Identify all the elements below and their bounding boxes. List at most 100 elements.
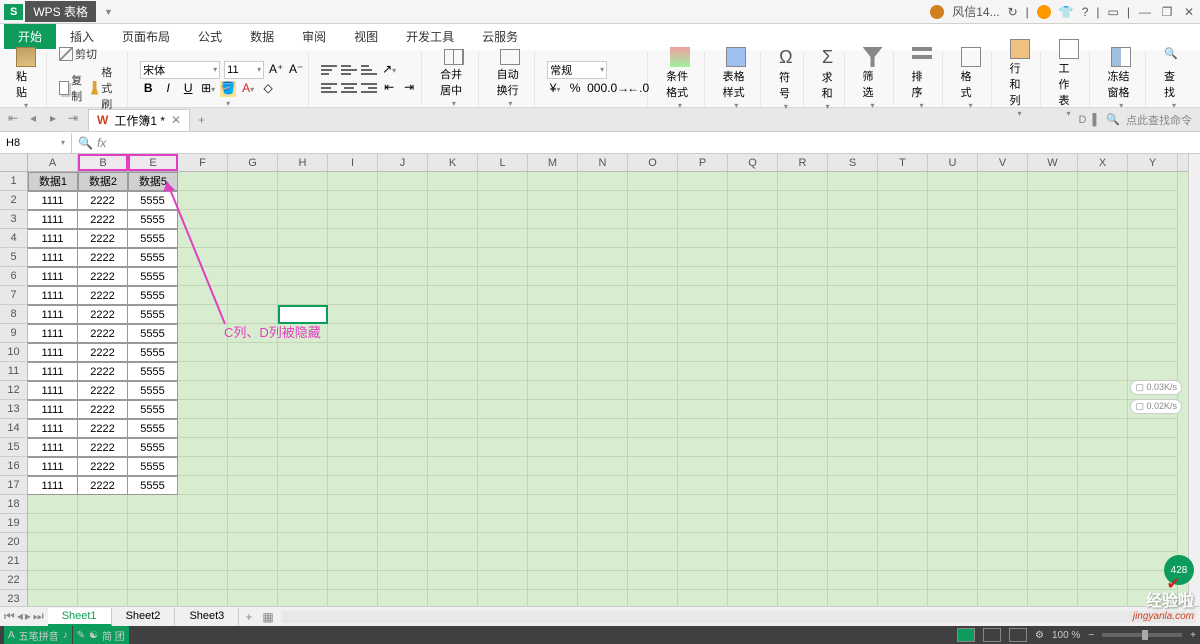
cell[interactable]: 5555 [128, 267, 178, 286]
cell[interactable]: 5555 [128, 343, 178, 362]
name-box[interactable]: H8▾ [0, 133, 72, 153]
row-header-21[interactable]: 21 [0, 552, 27, 571]
cell[interactable] [878, 381, 928, 400]
comma-icon[interactable]: 000 [587, 81, 603, 97]
cell[interactable] [378, 438, 428, 457]
cell[interactable] [628, 210, 678, 229]
cell[interactable]: 1111 [28, 191, 78, 210]
zoom-slider[interactable] [1102, 633, 1182, 637]
cell[interactable] [928, 400, 978, 419]
cell[interactable] [378, 514, 428, 533]
cell[interactable] [928, 381, 978, 400]
row-header-11[interactable]: 11 [0, 362, 27, 381]
cell[interactable] [1028, 381, 1078, 400]
cell[interactable] [328, 533, 378, 552]
cell[interactable] [228, 210, 278, 229]
reading-view-icon[interactable] [1009, 628, 1027, 642]
cell[interactable] [1028, 514, 1078, 533]
col-header-P[interactable]: P [678, 154, 728, 171]
nav-last-icon[interactable]: ⇥ [64, 111, 82, 129]
col-header-B[interactable]: B [78, 154, 128, 171]
cell[interactable] [1078, 229, 1128, 248]
cell[interactable] [178, 324, 228, 343]
cell[interactable] [528, 457, 578, 476]
cell[interactable] [278, 286, 328, 305]
cell[interactable] [728, 229, 778, 248]
cell[interactable] [1028, 457, 1078, 476]
cell[interactable] [1078, 571, 1128, 590]
cell[interactable] [578, 172, 628, 191]
cell[interactable] [978, 305, 1028, 324]
cell[interactable] [1078, 305, 1128, 324]
clear-format-button[interactable]: ◇ [260, 81, 276, 97]
menu-公式[interactable]: 公式 [184, 24, 236, 49]
cell[interactable] [1078, 419, 1128, 438]
cell[interactable] [928, 457, 978, 476]
cell[interactable] [1128, 210, 1178, 229]
cell[interactable] [578, 552, 628, 571]
cell[interactable] [478, 495, 528, 514]
cell[interactable] [1128, 362, 1178, 381]
cell[interactable] [978, 514, 1028, 533]
cell[interactable] [528, 210, 578, 229]
cell[interactable] [528, 267, 578, 286]
cell[interactable] [878, 248, 928, 267]
row-header-1[interactable]: 1 [0, 172, 27, 191]
cell[interactable]: 1111 [28, 286, 78, 305]
cell[interactable] [1028, 400, 1078, 419]
cell[interactable] [928, 552, 978, 571]
cell[interactable] [628, 495, 678, 514]
cell[interactable] [728, 533, 778, 552]
cell[interactable] [178, 210, 228, 229]
cell[interactable]: 1111 [28, 476, 78, 495]
cell[interactable] [828, 381, 878, 400]
cell[interactable] [828, 305, 878, 324]
cell[interactable] [778, 571, 828, 590]
cell[interactable] [378, 533, 428, 552]
cell[interactable] [728, 324, 778, 343]
col-header-F[interactable]: F [178, 154, 228, 171]
cell[interactable] [778, 229, 828, 248]
cell[interactable] [628, 343, 678, 362]
cell[interactable] [978, 457, 1028, 476]
cell[interactable] [728, 571, 778, 590]
cell[interactable] [878, 514, 928, 533]
cell[interactable]: 2222 [78, 381, 128, 400]
menu-审阅[interactable]: 审阅 [288, 24, 340, 49]
cell[interactable] [828, 210, 878, 229]
cell[interactable] [378, 229, 428, 248]
cell[interactable] [628, 229, 678, 248]
cell[interactable] [578, 514, 628, 533]
cell[interactable] [928, 248, 978, 267]
cell[interactable] [1128, 419, 1178, 438]
cell[interactable] [428, 324, 478, 343]
cell[interactable] [878, 324, 928, 343]
cell[interactable] [378, 552, 428, 571]
cell[interactable] [878, 476, 928, 495]
cell[interactable] [28, 533, 78, 552]
cell[interactable] [828, 533, 878, 552]
cell[interactable] [228, 191, 278, 210]
restore-button[interactable]: ❐ [1160, 5, 1174, 19]
cell[interactable] [428, 343, 478, 362]
cell[interactable] [1078, 248, 1128, 267]
cell[interactable]: 5555 [128, 210, 178, 229]
cell[interactable] [428, 457, 478, 476]
add-tab-icon[interactable]: + [198, 113, 205, 127]
cell[interactable] [328, 381, 378, 400]
cell[interactable] [478, 286, 528, 305]
close-button[interactable]: ✕ [1182, 5, 1196, 19]
user-name[interactable]: 风信14... [952, 3, 999, 20]
cell[interactable] [378, 210, 428, 229]
symbol-button[interactable]: Ω符号▾ [773, 45, 798, 113]
cell[interactable] [528, 172, 578, 191]
cell[interactable] [178, 495, 228, 514]
zoom-icon[interactable]: 🔍 [78, 136, 93, 150]
border-button[interactable]: ⊞▾ [200, 81, 216, 97]
cell[interactable] [328, 343, 378, 362]
align-bottom-icon[interactable] [361, 63, 377, 77]
cell[interactable] [228, 495, 278, 514]
cell[interactable] [378, 305, 428, 324]
cell[interactable] [1128, 229, 1178, 248]
cell[interactable]: 2222 [78, 419, 128, 438]
